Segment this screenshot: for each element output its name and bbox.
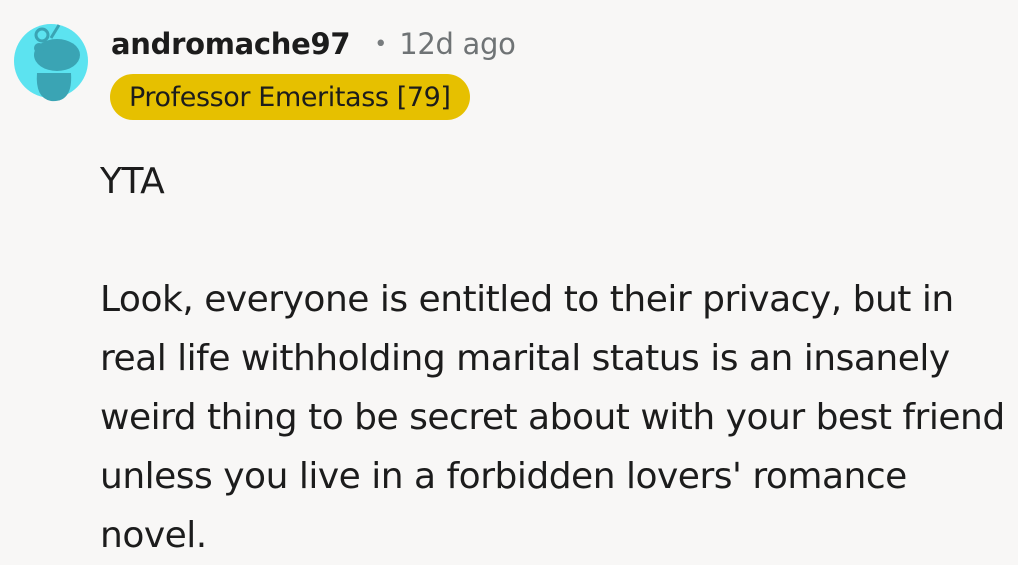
comment-paragraph: Look, everyone is entitled to their priv… [100,279,1005,556]
comment-verdict: YTA [100,161,165,202]
comment-body: YTA Look, everyone is entitled to their … [100,152,1005,565]
comment-timestamp[interactable]: 12d ago [399,27,516,61]
separator-dot: • [374,31,388,57]
username-link[interactable]: andromache97 [111,27,351,61]
comment-header: andromache97 • 12d ago [111,22,516,66]
user-avatar[interactable] [13,13,89,109]
comment: andromache97 • 12d ago Professor Emerita… [0,0,1018,558]
snoo-avatar-icon [14,24,88,102]
user-flair-badge: Professor Emeritass [79] [110,74,470,120]
user-flair-text: Professor Emeritass [79] [129,81,451,113]
